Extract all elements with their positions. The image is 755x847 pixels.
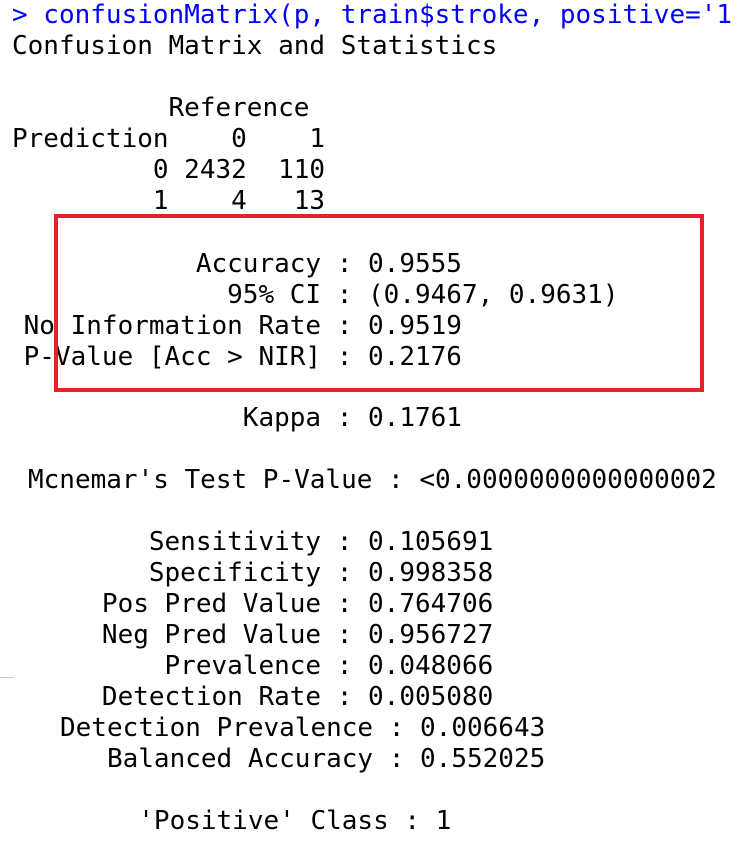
matrix-row: 1 4 13 — [12, 186, 326, 216]
matrix-reference-header: Reference — [12, 93, 310, 123]
stat-sensitivity: Sensitivity : 0.105691 — [8, 527, 494, 557]
matrix-header-row: Prediction 0 1 — [12, 124, 326, 154]
stat-pos-pred-value: Pos Pred Value : 0.764706 — [8, 589, 494, 619]
positive-class: 'Positive' Class : 1 — [60, 806, 452, 836]
stat-neg-pred-value: Neg Pred Value : 0.956727 — [8, 620, 494, 650]
stat-prevalence: Prevalence : 0.048066 — [8, 651, 494, 681]
stat-mcnemar: Mcnemar's Test P-Value : <0.000000000000… — [28, 465, 717, 495]
command-line[interactable]: > confusionMatrix(p, train$stroke, posit… — [12, 0, 732, 31]
r-console-output: > confusionMatrix(p, train$stroke, posit… — [12, 0, 755, 847]
stat-kappa: Kappa : 0.1761 — [8, 403, 462, 433]
highlight-box — [54, 214, 704, 392]
command-text: confusionMatrix(p, train$stroke, positiv… — [27, 0, 733, 30]
stat-balanced-accuracy: Balanced Accuracy : 0.552025 — [60, 744, 546, 774]
stat-specificity: Specificity : 0.998358 — [8, 558, 494, 588]
gutter-divider — [0, 677, 14, 678]
prompt-symbol: > — [12, 0, 28, 30]
matrix-row: 0 2432 110 — [12, 155, 326, 185]
stat-detection-prevalence: Detection Prevalence : 0.006643 — [60, 713, 546, 743]
stat-detection-rate: Detection Rate : 0.005080 — [8, 682, 494, 712]
output-title: Confusion Matrix and Statistics — [12, 31, 498, 61]
